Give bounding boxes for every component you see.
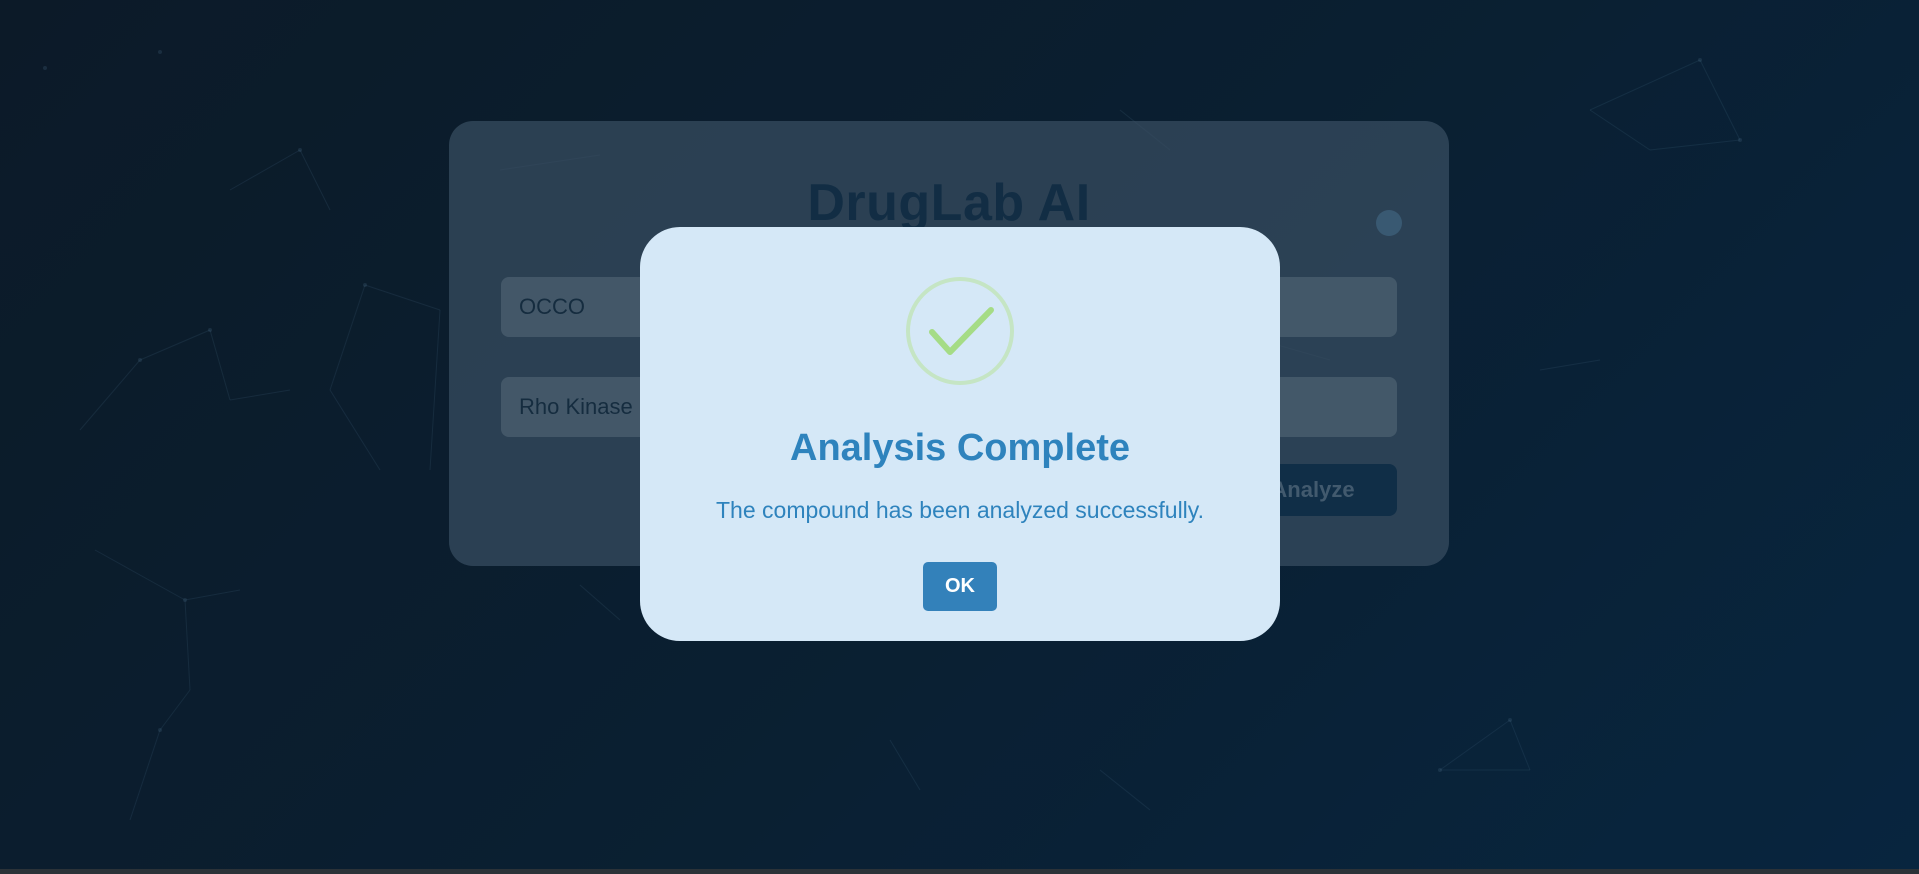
success-dialog: Analysis Complete The compound has been … bbox=[640, 227, 1280, 641]
bottom-edge bbox=[0, 869, 1919, 874]
ok-button[interactable]: OK bbox=[923, 562, 997, 611]
dialog-message: The compound has been analyzed successfu… bbox=[716, 497, 1204, 523]
dialog-title: Analysis Complete bbox=[790, 427, 1130, 469]
checkmark-icon bbox=[906, 277, 1014, 385]
